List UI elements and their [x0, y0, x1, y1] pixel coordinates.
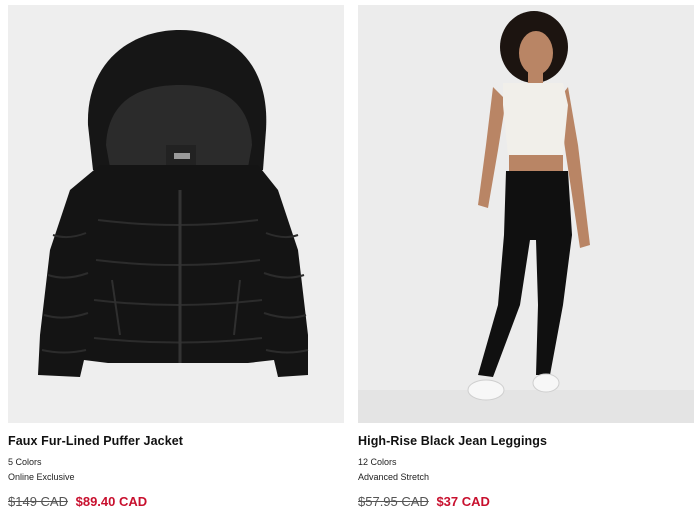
sale-price: $89.40 CAD [75, 494, 148, 509]
product-card-puffer-jacket[interactable]: Faux Fur-Lined Puffer Jacket 5 Colors On… [8, 5, 344, 509]
product-color-count: 12 Colors [358, 457, 397, 467]
model-leggings-image[interactable] [358, 5, 694, 423]
product-tag: Online Exclusive [8, 472, 75, 482]
product-price: $57.95 CAD $37 CAD [358, 494, 694, 509]
product-grid: Faux Fur-Lined Puffer Jacket 5 Colors On… [0, 0, 700, 518]
product-title[interactable]: Faux Fur-Lined Puffer Jacket [8, 434, 344, 448]
product-title[interactable]: High-Rise Black Jean Leggings [358, 434, 694, 448]
product-tag: Advanced Stretch [358, 472, 430, 482]
sale-price: $37 CAD [436, 494, 490, 509]
puffer-jacket-illustration [38, 30, 309, 377]
original-price: $149 CAD [8, 494, 68, 509]
product-price: $149 CAD $89.40 CAD [8, 494, 344, 509]
product-color-count: 5 Colors [8, 457, 42, 467]
product-card-leggings[interactable]: High-Rise Black Jean Leggings 12 Colors … [358, 5, 694, 509]
original-price: $57.95 CAD [358, 494, 429, 509]
model-leggings-illustration [358, 11, 694, 423]
puffer-jacket-image[interactable] [8, 5, 344, 423]
